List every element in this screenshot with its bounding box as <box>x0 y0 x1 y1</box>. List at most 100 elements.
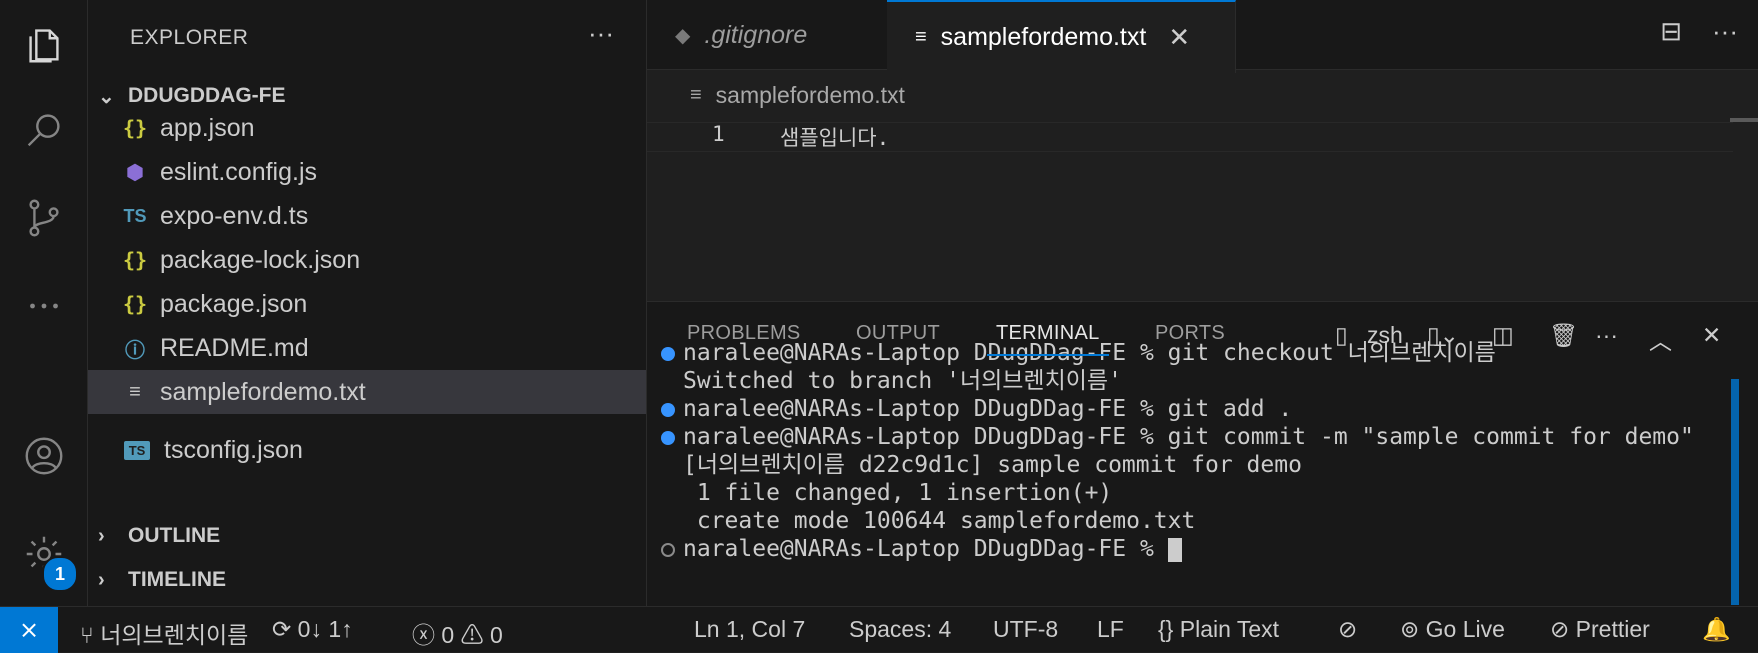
command-success-dot <box>661 403 675 417</box>
file-item-samplefordemo[interactable]: ≡ samplefordemo.txt <box>88 370 646 414</box>
settings-badge: 1 <box>42 556 78 592</box>
sync-status[interactable]: ⟳ 0↓ 1↑ <box>272 616 353 643</box>
close-panel-icon[interactable]: ✕ <box>1702 322 1721 349</box>
language-label: Plain Text <box>1179 616 1280 642</box>
terminal-line: 1 file changed, 1 insertion(+) <box>683 480 1113 506</box>
text-file-icon: ≡ <box>915 26 927 48</box>
terminal-line: naralee@NARAs-Laptop DDugDDag-FE % git c… <box>683 424 1694 450</box>
file-name: tsconfig.json <box>164 435 303 464</box>
outline-section-header[interactable]: › OUTLINE <box>98 516 220 556</box>
project-name: DDUGDDAG-FE <box>128 84 286 107</box>
close-icon[interactable]: ✕ <box>1168 22 1190 53</box>
tab-samplefordemo[interactable]: ≡ samplefordemo.txt ✕ <box>887 0 1236 73</box>
terminal-line: Switched to branch '너의브렌치이름' <box>683 368 1122 394</box>
problems-status[interactable]: ⓧ 0 ⚠ 0 <box>412 616 503 650</box>
warning-count: 0 <box>489 622 503 648</box>
error-icon: ⓧ <box>412 622 442 648</box>
editor-tab-bar: ◆ .gitignore ≡ samplefordemo.txt ✕ ⊟ ··· <box>647 0 1758 73</box>
terminal-prompt: naralee@NARAs-Laptop DDugDDag-FE % <box>683 536 1168 562</box>
terminal-scrollbar[interactable] <box>1731 379 1739 605</box>
explorer-title: EXPLORER <box>130 26 249 49</box>
more-actions-icon[interactable]: ··· <box>1712 16 1738 47</box>
maximize-panel-icon[interactable]: ︿ <box>1649 322 1672 356</box>
terminal-line: [너의브렌치이름 d22c9d1c] sample commit for dem… <box>683 452 1302 478</box>
copilot-icon[interactable]: ⊘ <box>1338 616 1357 643</box>
branch-name: 너의브렌치이름 <box>100 622 249 648</box>
ts-config-icon: TS <box>124 440 150 460</box>
timeline-section-header[interactable]: › TIMELINE <box>98 560 226 600</box>
language-mode[interactable]: {} Plain Text <box>1158 616 1279 643</box>
indentation[interactable]: Spaces: 4 <box>849 616 951 643</box>
sync-counts: 0↓ 1↑ <box>297 616 353 642</box>
go-live-button[interactable]: ⊚ Go Live <box>1400 616 1505 643</box>
bottom-panel: PROBLEMS OUTPUT TERMINAL PORTS ▯ zsh ▯⌄ … <box>647 301 1758 606</box>
tab-label: .gitignore <box>704 20 808 49</box>
breadcrumb: ≡ samplefordemo.txt <box>690 82 905 109</box>
go-live-label: Go Live <box>1425 616 1505 642</box>
warning-icon: ⚠ <box>460 622 490 648</box>
chevron-right-icon: › <box>98 524 105 547</box>
file-item-eslint-config[interactable]: ⬢ eslint.config.js <box>88 150 646 194</box>
editor-line-text[interactable]: 샘플입니다. <box>780 122 889 152</box>
git-icon: ◆ <box>675 24 691 47</box>
sync-icon: ⟳ <box>272 616 298 642</box>
file-item-package-lock[interactable]: {} package-lock.json <box>88 238 646 282</box>
ts-icon: TS <box>123 205 147 226</box>
terminal-cursor <box>1167 537 1182 562</box>
command-success-dot <box>661 431 675 445</box>
explorer-sidebar: EXPLORER ··· ⌄ DDUGDDAG-FE {} app.json ⬢… <box>88 0 647 606</box>
encoding[interactable]: UTF-8 <box>993 616 1058 643</box>
braces-icon: {} <box>1158 616 1180 642</box>
trash-icon[interactable]: 🗑 <box>1549 322 1578 349</box>
source-control-icon[interactable] <box>0 182 88 254</box>
tab-label: samplefordemo.txt <box>940 23 1147 51</box>
editor-scrollbar[interactable] <box>1730 118 1758 122</box>
git-branch-icon: ⑂ <box>80 622 101 648</box>
search-icon[interactable] <box>0 94 88 166</box>
tab-gitignore[interactable]: ◆ .gitignore <box>647 0 888 70</box>
account-icon[interactable] <box>0 420 88 492</box>
file-name: samplefordemo.txt <box>160 377 366 406</box>
json-icon: {} <box>122 116 148 140</box>
status-bar: ⨯ ⑂ 너의브렌치이름 ⟳ 0↓ 1↑ ⓧ 0 ⚠ 0 Ln 1, Col 7 … <box>0 606 1758 653</box>
outline-label: OUTLINE <box>128 524 221 547</box>
file-item-expo-env[interactable]: TS expo-env.d.ts <box>88 194 646 238</box>
branch-status[interactable]: ⑂ 너의브렌치이름 <box>80 616 248 650</box>
terminal-line: naralee@NARAs-Laptop DDugDDag-FE % git a… <box>683 396 1293 422</box>
file-item-tsconfig[interactable]: TS tsconfig.json <box>88 428 646 472</box>
explorer-icon[interactable] <box>0 8 88 80</box>
text-file-icon: ≡ <box>129 380 141 403</box>
file-name: app.json <box>160 113 255 142</box>
cursor-position[interactable]: Ln 1, Col 7 <box>694 616 805 643</box>
file-item-app-json[interactable]: {} app.json <box>88 106 646 150</box>
file-item-package-json[interactable]: {} package.json <box>88 282 646 326</box>
notifications-bell-icon[interactable]: 🔔 <box>1702 616 1731 643</box>
more-views-icon[interactable] <box>0 270 88 342</box>
error-count: 0 <box>441 622 455 648</box>
split-editor-icon[interactable]: ⊟ <box>1660 16 1682 47</box>
timeline-label: TIMELINE <box>128 568 226 591</box>
more-actions-icon[interactable]: ··· <box>1595 322 1618 349</box>
end-of-line[interactable]: LF <box>1097 616 1124 643</box>
terminal-line: create mode 100644 samplefordemo.txt <box>683 508 1196 534</box>
info-icon: ⓘ <box>125 339 145 362</box>
file-name: expo-env.d.ts <box>160 201 309 230</box>
prettier-label: Prettier <box>1575 616 1650 642</box>
prettier-status[interactable]: ⊘ Prettier <box>1550 616 1650 643</box>
line-number: 1 <box>712 122 725 146</box>
command-pending-dot <box>661 543 675 557</box>
json-icon: {} <box>122 248 148 272</box>
chevron-right-icon: › <box>98 568 105 591</box>
eslint-icon: ⬢ <box>126 161 144 184</box>
file-name: package.json <box>160 289 308 318</box>
remote-icon[interactable]: ⨯ <box>0 607 58 653</box>
more-actions-icon[interactable]: ··· <box>588 18 614 49</box>
text-file-icon: ≡ <box>690 84 702 106</box>
file-name: README.md <box>160 333 309 362</box>
chevron-down-icon: ⌄ <box>98 85 115 108</box>
breadcrumb-file[interactable]: samplefordemo.txt <box>716 82 905 109</box>
prettier-disabled-icon: ⊘ <box>1550 616 1576 642</box>
command-success-dot <box>661 347 675 361</box>
terminal-prompt-line[interactable]: naralee@NARAs-Laptop DDugDDag-FE % <box>683 535 1182 563</box>
file-item-readme[interactable]: ⓘ README.md <box>88 326 646 370</box>
